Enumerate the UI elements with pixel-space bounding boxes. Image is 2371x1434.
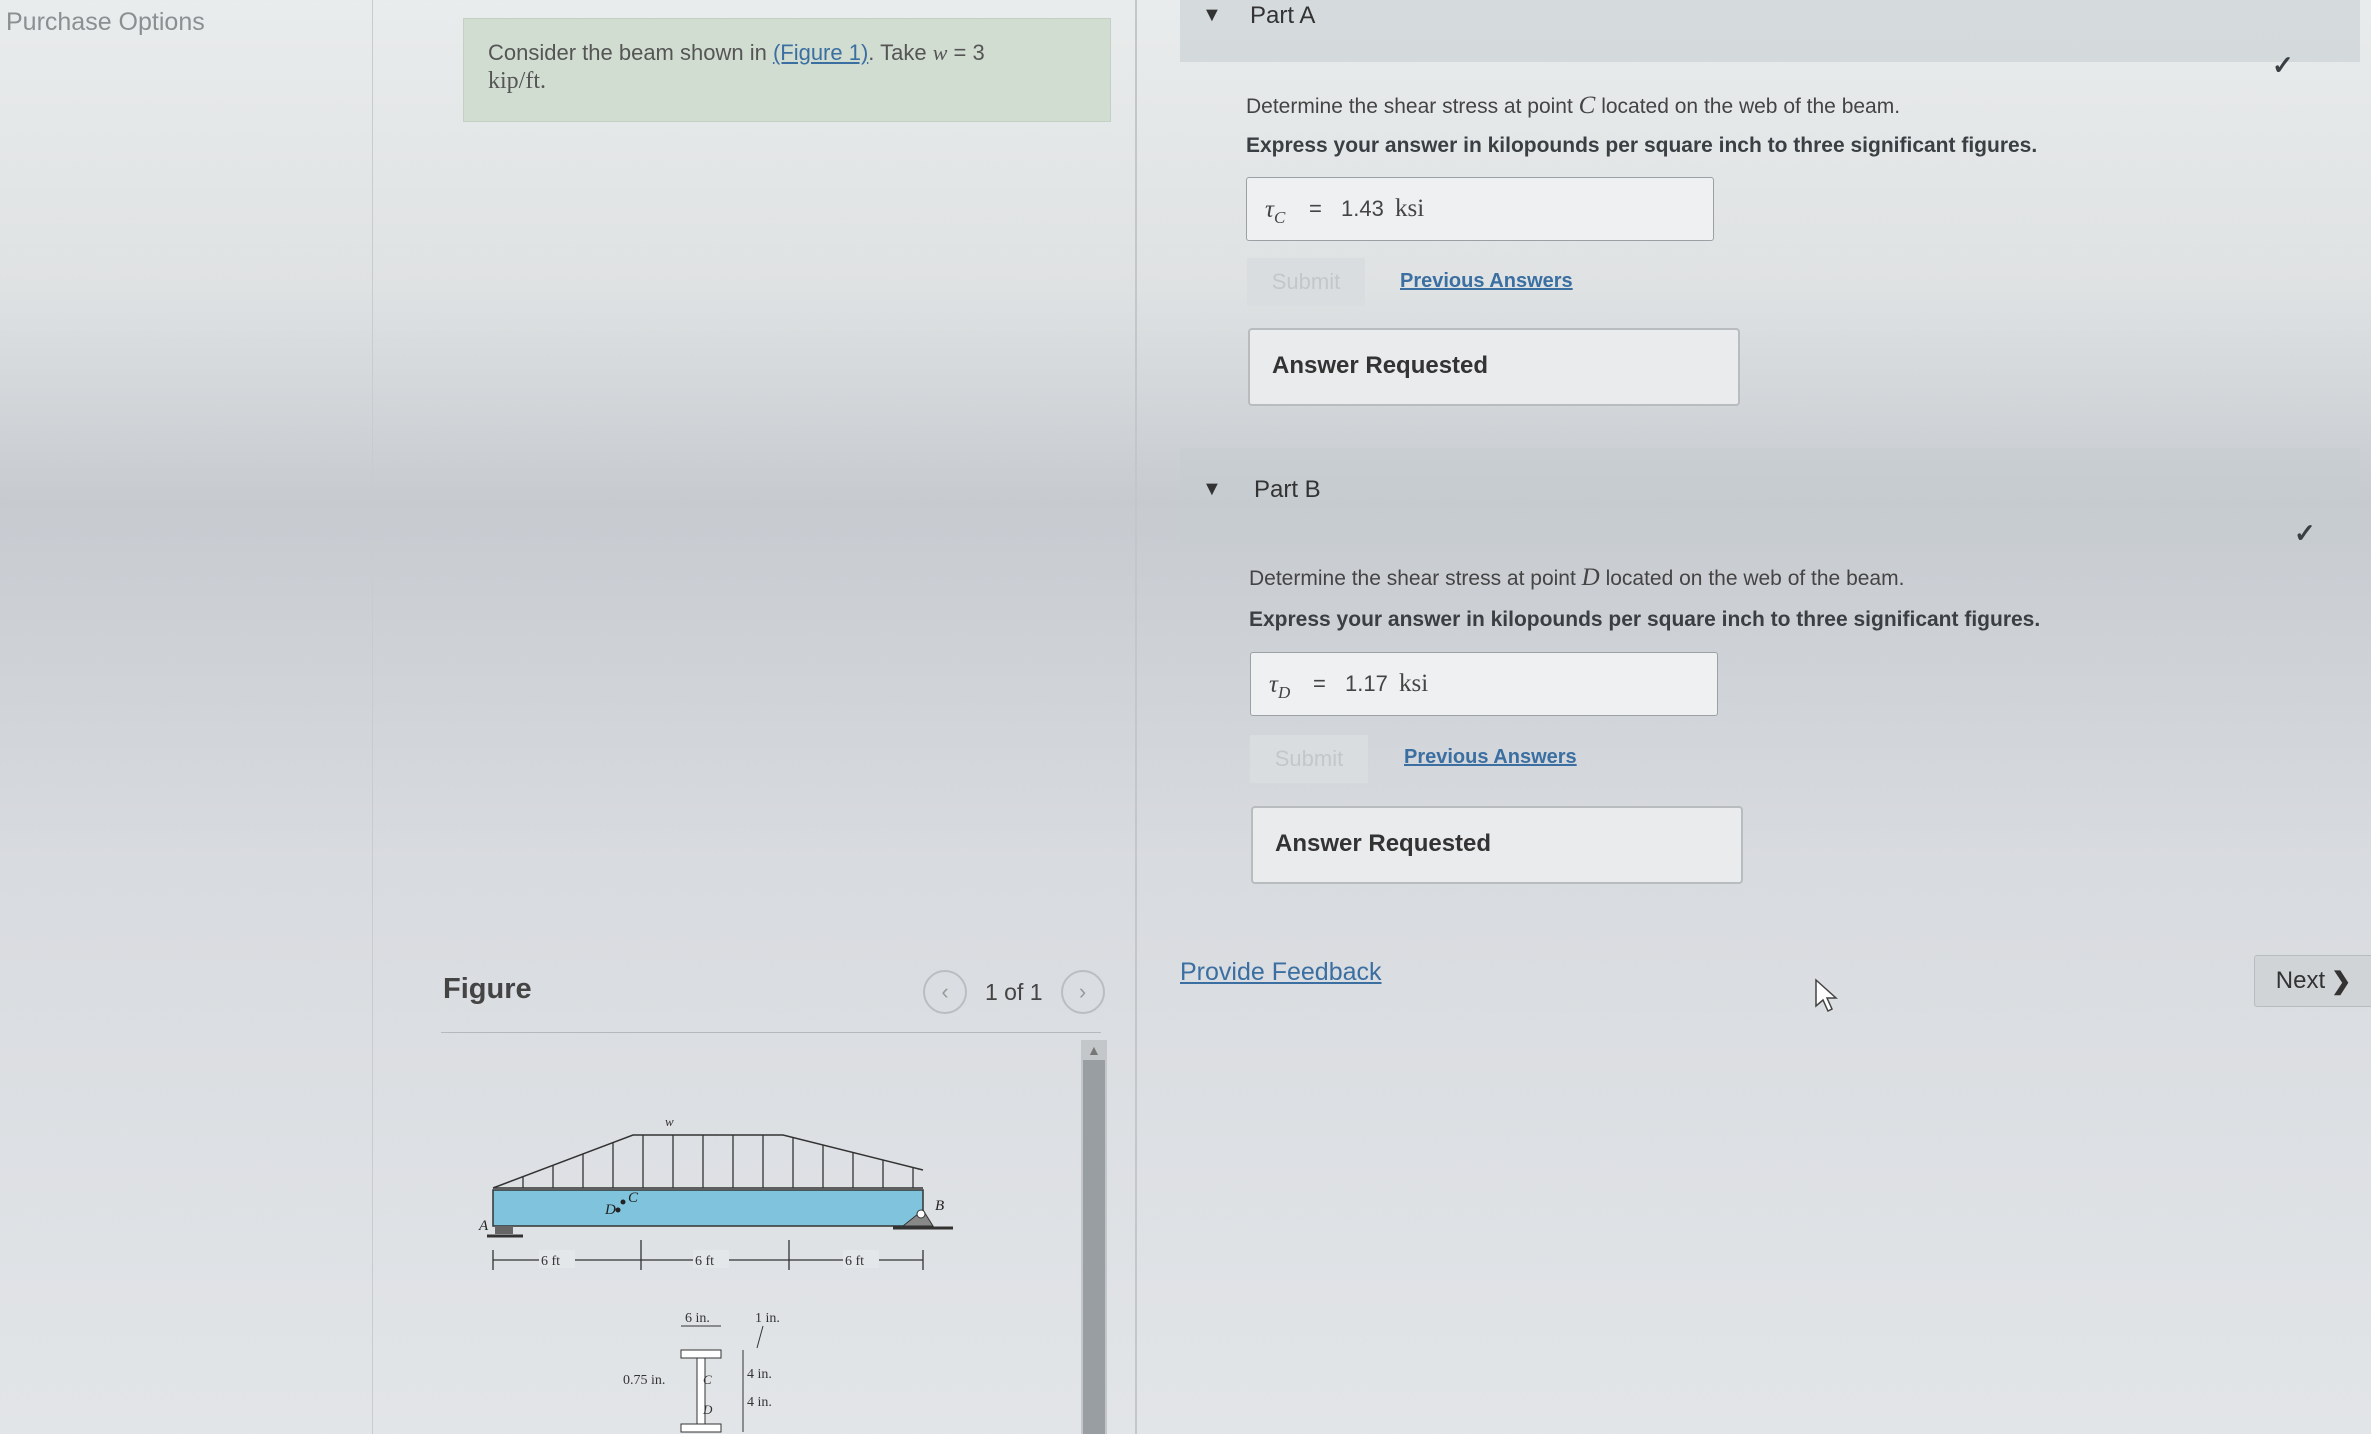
part-b-point-var: D — [1581, 564, 1600, 591]
part-b-answer-field[interactable]: τD = 1.17 ksi — [1250, 652, 1718, 716]
web-thickness-label: 0.75 in. — [623, 1373, 665, 1388]
problem-text-mid: . Take — [868, 40, 933, 65]
part-a-title: Part A — [1250, 2, 1316, 29]
beam-figure: w D C A B 6 ft 6 ft 6 ft 6 in. 1 in. 0.7… — [478, 1114, 953, 1433]
answers-panel: ▼ Part A ✓ Determine the shear stress at… — [1134, 0, 2371, 1434]
load-label: w — [665, 1114, 674, 1129]
part-b-instruction: Express your answer in kilopounds per sq… — [1249, 608, 2041, 631]
next-button[interactable]: Next ❯ — [2254, 955, 2371, 1007]
w-variable: w — [932, 40, 948, 65]
part-a-answer-requested-label: Answer Requested — [1272, 352, 1489, 379]
w-unit: kip/ft — [488, 68, 540, 94]
svg-text:C: C — [703, 1372, 712, 1387]
part-a-point-var: C — [1578, 92, 1596, 119]
part-a-instruction: Express your answer in kilopounds per sq… — [1246, 134, 2038, 157]
part-a-answer-value: 1.43 — [1341, 196, 1384, 221]
problem-text-before: Consider the beam shown in — [488, 40, 773, 65]
part-a-question: Determine the shear stress at point C lo… — [1246, 92, 1900, 120]
part-b-answer-unit: ksi — [1399, 670, 1429, 697]
part-b-equals: = — [1313, 671, 1326, 696]
part-b-question: Determine the shear stress at point D lo… — [1249, 564, 1904, 592]
checkmark-icon: ✓ — [2294, 518, 2316, 548]
part-a-answer-requested: Answer Requested — [1248, 328, 1740, 406]
scrollbar-thumb[interactable] — [1083, 1060, 1105, 1434]
part-a-question-before: Determine the shear stress at point — [1246, 95, 1579, 118]
provide-feedback-link[interactable]: Provide Feedback — [1180, 958, 1382, 987]
span3-label: 6 ft — [845, 1254, 864, 1269]
chevron-right-icon: ❯ — [2331, 967, 2352, 995]
span1-label: 6 ft — [541, 1254, 560, 1269]
figure-link[interactable]: (Figure 1) — [773, 40, 868, 65]
figure-scrollbar[interactable]: ▲ — [1081, 1040, 1107, 1434]
part-b-answer-requested-label: Answer Requested — [1275, 830, 1492, 857]
part-b-header[interactable]: ▼ Part B — [1180, 448, 2360, 544]
left-panel: Purchase Options — [0, 0, 390, 1434]
problem-statement: Consider the beam shown in (Figure 1). T… — [463, 18, 1111, 122]
dim1-label: 4 in. — [747, 1367, 772, 1382]
point-b-label: B — [935, 1198, 944, 1214]
part-b-title: Part B — [1254, 476, 1321, 503]
part-a-question-after: located on the web of the beam. — [1595, 95, 1901, 118]
checkmark-icon: ✓ — [2272, 50, 2294, 80]
part-a-previous-answers-link[interactable]: Previous Answers — [1400, 270, 1573, 293]
collapse-triangle-icon[interactable]: ▼ — [1202, 478, 1222, 501]
w-value: = 3 — [947, 40, 985, 65]
part-a-answer-symbol: τC — [1265, 196, 1286, 227]
problem-text-end: . — [540, 68, 546, 94]
part-a-answer-field[interactable]: τC = 1.43 ksi — [1246, 177, 1714, 241]
collapse-triangle-icon[interactable]: ▼ — [1202, 4, 1222, 27]
scroll-up-icon[interactable]: ▲ — [1087, 1042, 1101, 1058]
flange-width-label: 6 in. — [685, 1311, 710, 1326]
purchase-options-link[interactable]: Purchase Options — [6, 8, 205, 37]
figure-heading: Figure — [443, 973, 532, 1005]
point-a-label: A — [478, 1218, 489, 1234]
part-b-submit-button[interactable]: Submit — [1250, 735, 1368, 783]
part-b-previous-answers-link[interactable]: Previous Answers — [1404, 746, 1577, 769]
part-a-equals: = — [1309, 196, 1322, 221]
next-button-label: Next — [2275, 967, 2326, 994]
svg-text:D: D — [702, 1402, 713, 1417]
part-a-answer-unit: ksi — [1395, 195, 1425, 222]
figure-pager: ‹ 1 of 1 › — [923, 970, 1105, 1014]
figure-prev-button[interactable]: ‹ — [923, 970, 967, 1014]
point-c-label: C — [628, 1190, 639, 1206]
figure-page-indicator: 1 of 1 — [985, 978, 1043, 1005]
chevron-right-icon: › — [1078, 979, 1087, 1004]
figure-next-button[interactable]: › — [1060, 970, 1105, 1014]
point-d-label: D — [604, 1202, 616, 1218]
part-b-answer-value: 1.17 — [1345, 671, 1388, 696]
part-b-question-after: located on the web of the beam. — [1599, 567, 1905, 590]
part-a-header[interactable]: ▼ Part A — [1180, 0, 2360, 62]
dim2-label: 4 in. — [747, 1395, 772, 1410]
span2-label: 6 ft — [695, 1254, 714, 1269]
figure-divider — [441, 1032, 1101, 1033]
chevron-left-icon: ‹ — [941, 979, 949, 1004]
flange-thickness-label: 1 in. — [755, 1311, 780, 1326]
mouse-cursor-icon — [1815, 978, 1838, 1013]
part-b-answer-symbol: τD — [1269, 671, 1291, 702]
problem-panel: Consider the beam shown in (Figure 1). T… — [372, 0, 1137, 1434]
part-a-submit-button[interactable]: Submit — [1247, 258, 1365, 306]
part-b-question-before: Determine the shear stress at point — [1249, 567, 1582, 590]
part-b-answer-requested: Answer Requested — [1251, 806, 1743, 884]
